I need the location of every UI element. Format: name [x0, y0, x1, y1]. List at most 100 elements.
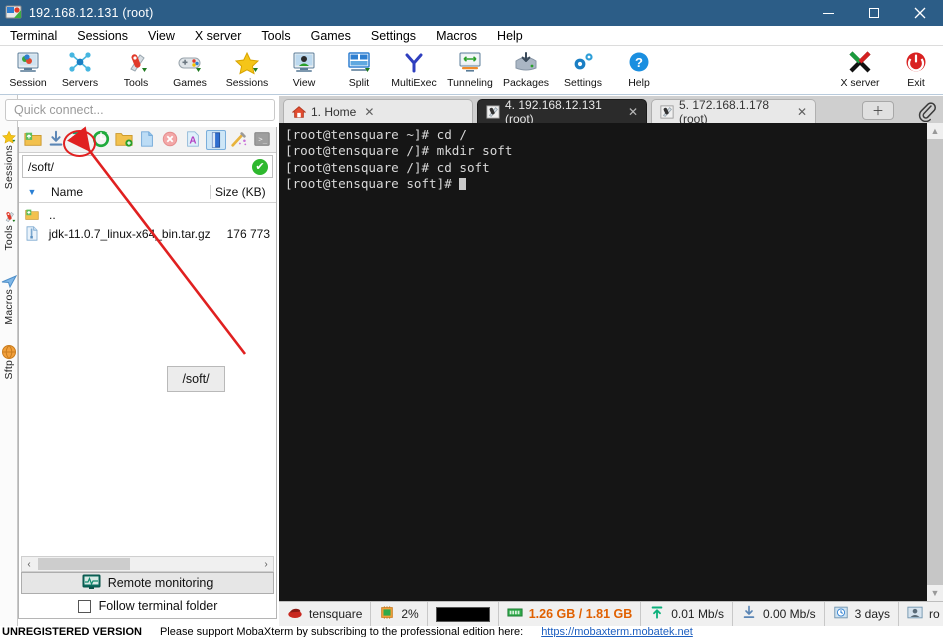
- xserver-icon: [846, 50, 874, 76]
- sidebar-tab-macros[interactable]: Macros: [0, 253, 18, 325]
- new-folder-button[interactable]: [115, 130, 134, 150]
- upload-icon: [649, 605, 665, 623]
- sftp-path-value: /soft/: [28, 159, 55, 174]
- sidebar-tab-sftp[interactable]: Sftp: [0, 327, 18, 379]
- menu-macros[interactable]: Macros: [426, 26, 487, 46]
- scroll-down-arrow[interactable]: ▼: [927, 585, 943, 601]
- terminal-line: [root@tensquare /]# mkdir soft: [285, 143, 513, 159]
- column-header-size[interactable]: Size (KB): [210, 184, 276, 199]
- sftp-path-bar[interactable]: /soft/ ✔: [22, 155, 273, 178]
- hscroll-thumb[interactable]: [38, 558, 130, 570]
- scroll-thumb[interactable]: [927, 139, 943, 585]
- follow-terminal-checkbox[interactable]: [77, 599, 91, 613]
- sidebar-tab-sessions[interactable]: Sessions: [0, 117, 18, 189]
- terminal-here-button[interactable]: >_: [253, 130, 272, 150]
- cpu-indicator[interactable]: 2%: [371, 601, 428, 627]
- uptime-indicator[interactable]: 3 days: [825, 601, 900, 627]
- games-icon: [176, 50, 204, 76]
- sidebar-tab-label: Sftp: [3, 359, 15, 379]
- delete-button[interactable]: [161, 130, 180, 150]
- terminal-scrollbar[interactable]: ▲ ▼: [927, 123, 943, 601]
- new-tab-button[interactable]: ＋: [862, 101, 894, 120]
- scroll-up-arrow[interactable]: ▲: [927, 123, 943, 139]
- quick-connect-placeholder: Quick connect...: [14, 103, 104, 117]
- svg-text:?: ?: [635, 55, 643, 70]
- toolbar-label: MultiExec: [391, 77, 437, 89]
- toolbar-button-sessions[interactable]: Sessions: [219, 49, 275, 94]
- menu-terminal[interactable]: Terminal: [0, 26, 67, 46]
- monitor-icon: [82, 574, 101, 593]
- toolbar-button-tools[interactable]: Tools: [108, 49, 164, 94]
- paperclip-icon[interactable]: [916, 100, 938, 123]
- upload-rate[interactable]: 0.01 Mb/s: [641, 601, 733, 627]
- file-row[interactable]: jdk-11.0.7_linux-x64_bin.tar.gz 176 773: [19, 224, 276, 243]
- session-tab-1[interactable]: 1. Home ✕: [283, 99, 473, 123]
- toolbar-button-help[interactable]: ? Help: [611, 49, 667, 94]
- clock-icon: [833, 605, 849, 623]
- toolbar-button-packages[interactable]: Packages: [498, 49, 554, 94]
- download-rate[interactable]: 0.00 Mb/s: [733, 601, 825, 627]
- upload-button[interactable]: [70, 130, 89, 150]
- toolbar-button-exit[interactable]: Exit: [888, 49, 943, 94]
- cpu-graph[interactable]: [428, 601, 499, 627]
- menu-games[interactable]: Games: [301, 26, 361, 46]
- file-row[interactable]: ..: [19, 205, 276, 224]
- new-file-button[interactable]: [138, 130, 157, 150]
- file-name: ..: [49, 207, 56, 222]
- text-mode-button[interactable]: A: [184, 130, 203, 150]
- menu-view[interactable]: View: [138, 26, 185, 46]
- memory-indicator[interactable]: 1.26 GB / 1.81 GB: [499, 601, 642, 627]
- sort-desc-icon[interactable]: ▼: [19, 187, 45, 197]
- toolbar-label: Settings: [564, 77, 602, 89]
- banner-link[interactable]: https://mobaxterm.mobatek.net: [541, 626, 693, 637]
- tab-label: 1. Home: [311, 104, 357, 119]
- memory-icon: [507, 605, 523, 623]
- maximize-button[interactable]: [851, 0, 897, 26]
- user-indicator[interactable]: ro: [899, 602, 943, 627]
- column-header-name[interactable]: Name: [45, 185, 210, 199]
- cpu-icon: [379, 605, 395, 623]
- quick-connect-input[interactable]: Quick connect...: [5, 99, 275, 121]
- menu-sessions[interactable]: Sessions: [67, 26, 138, 46]
- session-tab-3[interactable]: 5. 172.168.1.178 (root) ✕: [651, 98, 816, 126]
- toolbar-button-games[interactable]: Games: [162, 49, 218, 94]
- minimize-button[interactable]: [805, 0, 851, 26]
- host-indicator[interactable]: tensquare: [279, 601, 372, 627]
- terminal-line: [root@tensquare ~]# cd /: [285, 127, 467, 142]
- tab-close-icon[interactable]: ✕: [797, 105, 807, 119]
- menu-tools[interactable]: Tools: [251, 26, 300, 46]
- parent-folder-button[interactable]: [24, 130, 43, 150]
- remote-monitoring-button[interactable]: Remote monitoring: [21, 572, 274, 594]
- tools-icon: [1, 209, 17, 225]
- sftp-browser-panel: A >_ /soft/ ✔ ▼ Name Size (KB) .. jdk-11.0…: [18, 127, 277, 619]
- download-button[interactable]: [47, 130, 66, 150]
- toolbar-button-settings[interactable]: Settings: [555, 49, 611, 94]
- menu-help[interactable]: Help: [487, 26, 533, 46]
- toolbar-button-tunneling[interactable]: Tunneling: [442, 49, 498, 94]
- tab-close-icon[interactable]: ✕: [628, 105, 638, 119]
- hscroll-right-arrow[interactable]: ›: [259, 559, 273, 570]
- toolbar-button-view[interactable]: View: [276, 49, 332, 94]
- console-icon: >_: [253, 131, 271, 152]
- menu-settings[interactable]: Settings: [361, 26, 426, 46]
- file-list-hscrollbar[interactable]: ‹ ›: [21, 556, 274, 572]
- sidebar-tab-tools[interactable]: Tools: [0, 191, 18, 251]
- follow-terminal-folder-row[interactable]: Follow terminal folder: [21, 595, 274, 617]
- refresh-button[interactable]: [92, 130, 111, 150]
- toolbar-button-split[interactable]: Split: [331, 49, 387, 94]
- session-tab-2[interactable]: 4. 192.168.12.131 (root) ✕: [477, 98, 647, 126]
- close-button[interactable]: [897, 0, 943, 26]
- permissions-button[interactable]: [230, 130, 249, 150]
- toolbar-button-multiexec[interactable]: MultiExec: [386, 49, 442, 94]
- menu-xserver[interactable]: X server: [185, 26, 252, 46]
- hscroll-left-arrow[interactable]: ‹: [22, 559, 36, 570]
- toolbar-button-x-server[interactable]: X server: [832, 49, 888, 94]
- tab-close-icon[interactable]: ✕: [364, 105, 374, 119]
- left-ribbon: « SessionsToolsMacrosSftp: [0, 95, 18, 637]
- toolbar-button-servers[interactable]: Servers: [52, 49, 108, 94]
- binary-mode-button[interactable]: [206, 129, 227, 150]
- file-list[interactable]: .. jdk-11.0.7_linux-x64_bin.tar.gz 176 773: [19, 203, 276, 544]
- folder-up-icon: [19, 207, 45, 222]
- terminal-output[interactable]: [root@tensquare ~]# cd / [root@tensquare …: [279, 123, 927, 601]
- toolbar-button-session[interactable]: Session: [0, 49, 56, 94]
